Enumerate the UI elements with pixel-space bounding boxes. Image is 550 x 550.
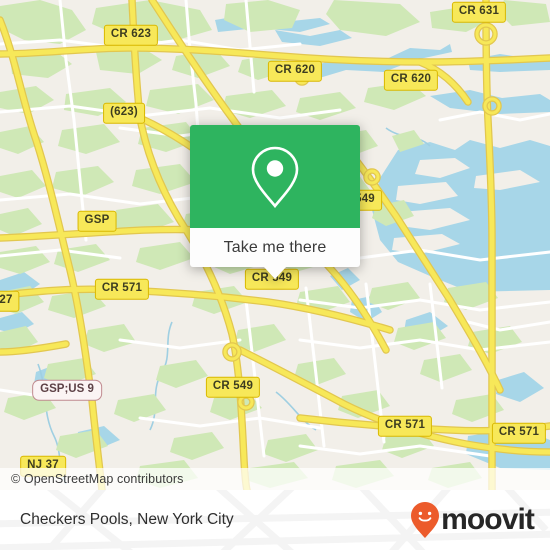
road-shield-623: (623) xyxy=(103,102,145,124)
popup-action-bar[interactable]: Take me there xyxy=(190,228,360,267)
road-shield-cr631: CR 631 xyxy=(451,1,507,23)
map-screenshot: CR 623 CR 631 CR 620 CR 620 (623) GSP 54… xyxy=(0,0,550,550)
moovit-pin-icon xyxy=(411,502,440,538)
location-pin-icon xyxy=(251,146,299,208)
popup-header xyxy=(190,125,360,228)
page-footer: Checkers Pools, New York City moovit xyxy=(0,490,550,550)
road-shield-gsp-us9: GSP;US 9 xyxy=(32,379,102,401)
road-shield-cr620-b: CR 620 xyxy=(383,69,439,91)
road-shield-cr620-a: CR 620 xyxy=(267,60,323,82)
road-shield-gsp: GSP xyxy=(77,210,117,232)
map-attribution-bar: © OpenStreetMap contributors xyxy=(0,468,550,490)
attribution-text[interactable]: © OpenStreetMap contributors xyxy=(0,472,184,486)
road-shield-cr571-c: CR 571 xyxy=(491,422,547,444)
moovit-brand[interactable]: moovit xyxy=(410,501,535,539)
road-shield-cr571-b: CR 571 xyxy=(377,415,433,437)
moovit-wordmark: moovit xyxy=(441,503,535,536)
road-shield-cr549-b: CR 549 xyxy=(205,376,261,398)
map-canvas[interactable]: CR 623 CR 631 CR 620 CR 620 (623) GSP 54… xyxy=(0,0,550,490)
take-me-there-label: Take me there xyxy=(223,238,327,256)
popup-tip xyxy=(264,267,286,279)
road-shield-cr571-a: CR 571 xyxy=(94,278,150,300)
place-title: Checkers Pools, New York City xyxy=(20,511,234,528)
road-shield-27: 27 xyxy=(0,290,20,312)
road-shield-cr623: CR 623 xyxy=(103,24,159,46)
place-popup-card[interactable]: Take me there xyxy=(190,125,360,279)
